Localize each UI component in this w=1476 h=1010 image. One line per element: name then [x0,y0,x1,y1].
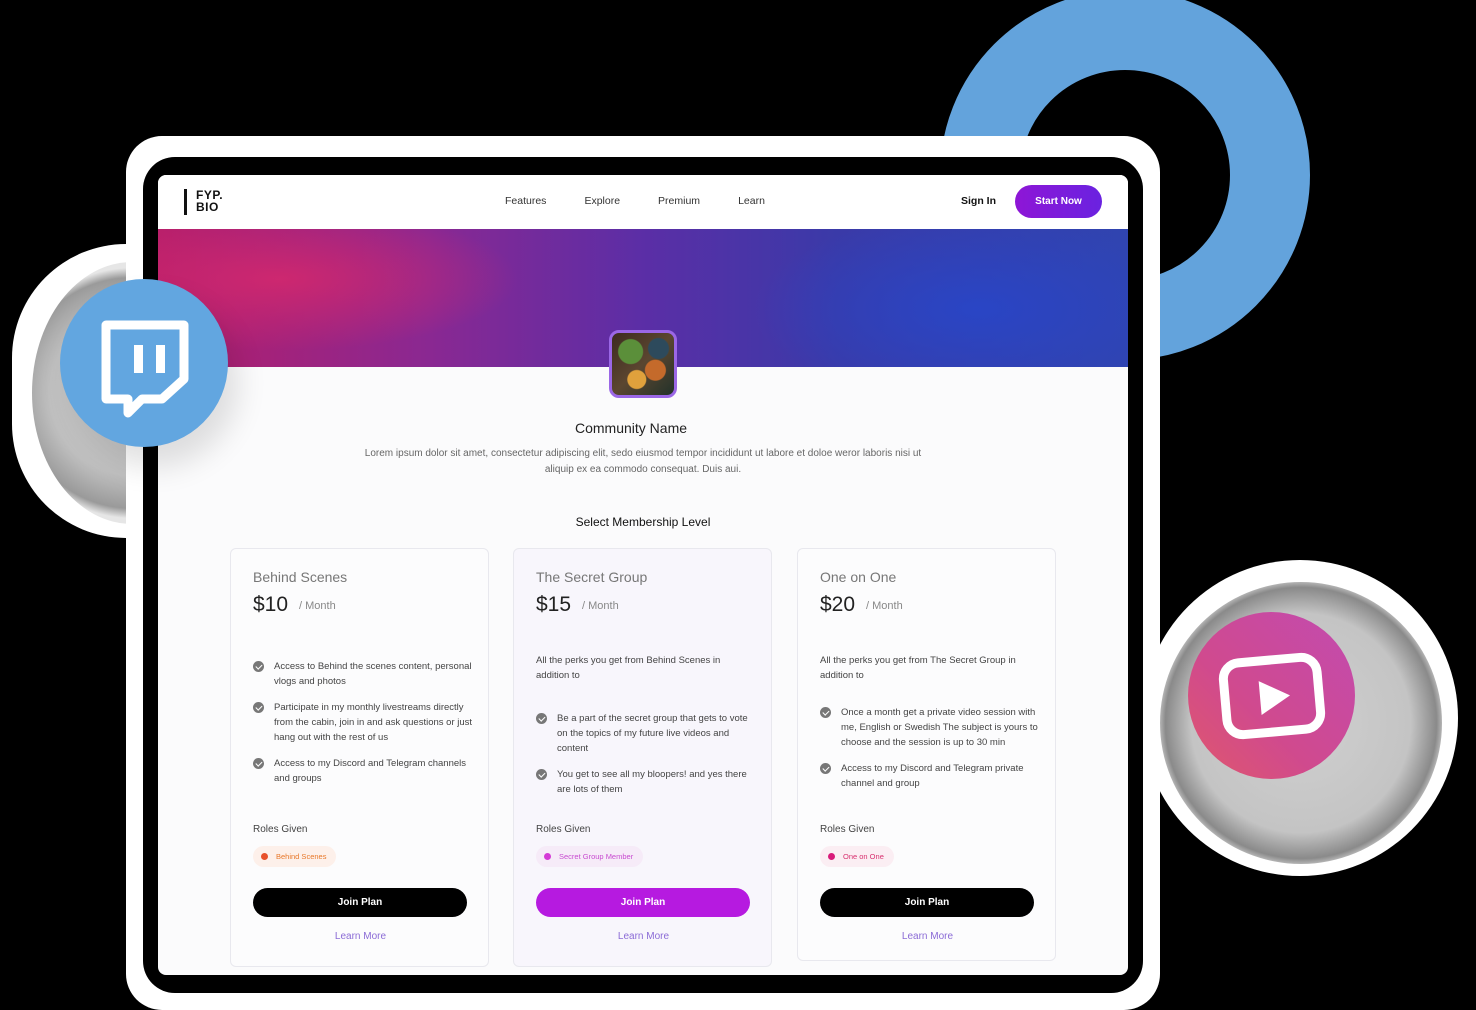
role-name: Behind Scenes [276,852,327,861]
perk-item: Be a part of the secret group that gets … [536,711,756,756]
logo-line-2: BIO [196,200,219,214]
plan-name: Behind Scenes [253,569,348,585]
nav-link-explore[interactable]: Explore [584,195,620,207]
plan-period: / Month [866,600,903,612]
plan-price: $20 [820,593,856,616]
plan-price: $15 [536,593,572,616]
twitch-icon [101,320,189,418]
top-nav: FYP. BIO Features Explore Premium Learn … [158,175,1128,229]
plan-name: One on One [820,569,897,585]
plan-price: $10 [253,593,289,616]
join-plan-button[interactable]: Join Plan [253,888,467,917]
plan-name: The Secret Group [536,569,648,585]
perk-text: Access to Behind the scenes content, per… [274,661,472,687]
roles-label: Roles Given [253,824,308,835]
nav-link-learn[interactable]: Learn [738,195,765,207]
start-now-button[interactable]: Start Now [1015,185,1102,218]
perk-text: Once a month get a private video session… [841,707,1038,748]
join-plan-button[interactable]: Join Plan [536,888,750,917]
perk-text: Access to my Discord and Telegram channe… [274,758,467,784]
check-circle-icon [536,713,547,724]
perk-intro: All the perks you get from The Secret Gr… [820,655,1016,681]
check-circle-icon [820,707,831,718]
community-avatar [609,330,677,398]
community-description: Lorem ipsum dolor sit amet, consectetur … [364,448,922,475]
youtube-icon [1218,652,1326,740]
role-badge: Secret Group Member [536,846,644,867]
nav-link-premium[interactable]: Premium [658,195,700,207]
nav-links: Features Explore Premium Learn [505,195,803,207]
perk-list: Access to Behind the scenes content, per… [253,659,473,797]
membership-section-title: Select Membership Level [575,515,711,529]
check-circle-icon [253,702,264,713]
perk-item: Access to Behind the scenes content, per… [253,659,473,689]
twitch-bubble[interactable] [60,279,228,447]
role-badge: One on One [820,846,894,867]
perk-text: Be a part of the secret group that gets … [557,713,748,754]
perk-item: Access to my Discord and Telegram privat… [820,761,1040,791]
plan-card-secret-group: The Secret Group $15 / Month All the per… [513,548,772,967]
perk-item: You get to see all my bloopers! and yes … [536,767,756,797]
perk-text: Access to my Discord and Telegram privat… [841,763,1024,789]
role-badge: Behind Scenes [253,846,337,867]
perk-item: Participate in my monthly livestreams di… [253,700,473,745]
community-name: Community Name [574,420,688,436]
learn-more-link[interactable]: Learn More [798,931,1057,942]
perk-item: Access to my Discord and Telegram channe… [253,756,473,786]
perk-item: Once a month get a private video session… [820,705,1040,750]
learn-more-link[interactable]: Learn More [231,931,490,942]
role-dot-icon [544,853,551,860]
youtube-bubble[interactable] [1188,612,1355,779]
app-screen: FYP. BIO Features Explore Premium Learn … [158,175,1128,975]
plan-card-behind-scenes: Behind Scenes $10 / Month Access to Behi… [230,548,489,967]
logo[interactable]: FYP. BIO [184,189,232,215]
role-dot-icon [828,853,835,860]
check-circle-icon [253,758,264,769]
nav-link-features[interactable]: Features [505,195,546,207]
perk-intro: All the perks you get from Behind Scenes… [536,655,721,681]
perk-text: You get to see all my bloopers! and yes … [557,769,747,795]
role-name: Secret Group Member [559,852,634,861]
join-plan-button[interactable]: Join Plan [820,888,1034,917]
roles-label: Roles Given [820,824,875,835]
sign-in-link[interactable]: Sign In [961,195,996,207]
plan-card-one-on-one: One on One $20 / Month All the perks you… [797,548,1056,961]
roles-label: Roles Given [536,824,591,835]
check-circle-icon [820,763,831,774]
plan-period: / Month [582,600,619,612]
check-circle-icon [536,769,547,780]
perk-text: Participate in my monthly livestreams di… [274,702,473,743]
perk-list: Be a part of the secret group that gets … [536,711,756,808]
perk-list: Once a month get a private video session… [820,705,1040,802]
plan-period: / Month [299,600,336,612]
role-name: One on One [843,852,884,861]
learn-more-link[interactable]: Learn More [514,931,773,942]
role-dot-icon [261,853,268,860]
check-circle-icon [253,661,264,672]
